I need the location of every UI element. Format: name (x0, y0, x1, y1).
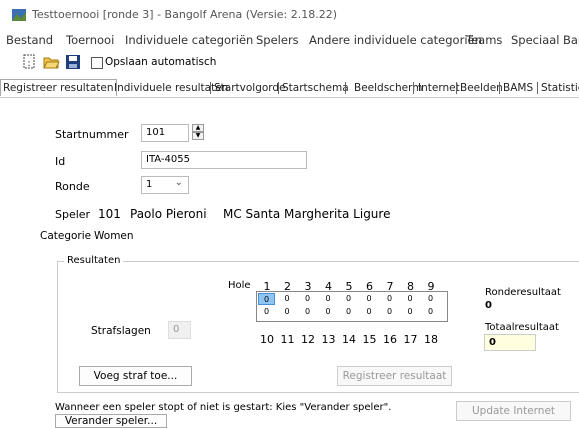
menu-speciaal[interactable]: Speciaal (511, 33, 559, 47)
hole-number: 11 (280, 333, 295, 346)
score-cell[interactable]: 0 (422, 293, 439, 305)
score-cell[interactable]: 0 (381, 293, 398, 305)
id-input[interactable]: ITA-4055 (141, 151, 307, 169)
hole-number: 17 (403, 333, 418, 346)
ronderesultaat-value: 0 (485, 300, 492, 311)
score-cell[interactable]: 0 (299, 293, 316, 305)
strafslagen-label: Strafslagen (91, 325, 151, 337)
score-cell[interactable]: 0 (340, 293, 357, 305)
strafslagen-input: 0 (168, 321, 191, 339)
totaalresultaat-label: Totaalresultaat (485, 322, 559, 333)
svg-text::: : (27, 59, 30, 69)
menu-teams[interactable]: Teams (466, 33, 502, 47)
tab-registreer-resultaten[interactable]: Registreer resultaten (0, 79, 117, 96)
score-cell[interactable]: 0 (258, 293, 275, 305)
hole-number: 12 (301, 333, 315, 346)
update-internet-button[interactable]: Update Internet (456, 401, 571, 421)
score-cell[interactable]: 0 (422, 306, 439, 318)
menu-andere-individuele-categorien[interactable]: Andere individuele categoriën (309, 33, 482, 47)
tab-beelden[interactable]: Beelden (460, 80, 503, 96)
totaalresultaat-value: 0 (484, 334, 536, 351)
menu-bangolf[interactable]: Bangolf (563, 33, 579, 47)
score-cell[interactable]: 0 (381, 306, 398, 318)
autosave-checkbox[interactable] (91, 57, 103, 69)
results-group-title: Resultaten (64, 255, 124, 266)
save-icon[interactable] (64, 53, 82, 71)
hole-number: 13 (321, 333, 336, 346)
tab-statistiek[interactable]: Statistiek (541, 80, 579, 96)
hole-label: Hole (228, 280, 251, 291)
speler-number: 101 (98, 207, 121, 221)
tab-bar: Registreer resultaten Individuele result… (0, 78, 579, 98)
id-label: Id (55, 155, 66, 168)
score-cell[interactable]: 0 (279, 306, 296, 318)
score-cell[interactable]: 0 (402, 306, 419, 318)
toolbar: : (0, 50, 579, 74)
hole-number: 18 (424, 333, 438, 346)
speler-name: Paolo Pieroni (130, 207, 207, 221)
score-cell[interactable]: 0 (361, 293, 378, 305)
tab-startvolgorde[interactable]: Startvolgorde (214, 80, 286, 96)
categorie-value: Women (94, 230, 134, 242)
tab-startschema[interactable]: Startschema (282, 80, 349, 96)
ronde-select[interactable]: 1 ⌄ (141, 176, 189, 194)
score-cell[interactable]: 0 (320, 293, 337, 305)
menu-toernooi[interactable]: Toernooi (66, 33, 114, 47)
change-player-button[interactable]: Verander speler... (55, 414, 167, 428)
speler-club: MC Santa Margherita Ligure (223, 207, 391, 221)
title-bar: Testtoernooi [ronde 3] - Bangolf Arena (… (0, 0, 579, 30)
score-cell[interactable]: 0 (258, 306, 275, 318)
ronderesultaat-label: Ronderesultaat (485, 287, 561, 298)
startnummer-label: Startnummer (55, 128, 129, 141)
menu-spelers[interactable]: Spelers (256, 33, 299, 47)
tab-bams[interactable]: BAMS (503, 80, 533, 96)
score-cell[interactable]: 0 (361, 306, 378, 318)
window-title: Testtoernooi [ronde 3] - Bangolf Arena (… (32, 8, 338, 21)
hole-number: 14 (342, 333, 356, 346)
categorie-label: Categorie (40, 230, 92, 242)
score-cell[interactable]: 0 (299, 306, 316, 318)
startnummer-input[interactable]: 101 (141, 124, 189, 142)
speler-label: Speler (55, 208, 91, 221)
score-cell[interactable]: 0 (340, 306, 357, 318)
tab-individuele-resultaten[interactable]: Individuele resultaten (114, 80, 228, 96)
hole-number: 10 (260, 333, 274, 346)
autosave-label: Opslaan automatisch (105, 56, 217, 68)
hint-text: Wanneer een speler stopt of niet is gest… (55, 402, 392, 413)
register-result-button[interactable]: Registreer resultaat (337, 366, 452, 386)
startnummer-down-button[interactable]: ▼ (192, 132, 204, 140)
app-icon (12, 9, 26, 21)
ronde-label: Ronde (55, 180, 90, 193)
menu-bestand[interactable]: Bestand (6, 33, 53, 47)
score-cell[interactable]: 0 (320, 306, 337, 318)
add-penalty-button[interactable]: Voeg straf toe... (79, 366, 192, 386)
new-file-icon[interactable]: : (20, 53, 38, 71)
hole-number: 16 (383, 333, 397, 346)
startnummer-up-button[interactable]: ▲ (192, 124, 204, 132)
score-cell[interactable]: 0 (279, 293, 296, 305)
chevron-down-icon: ⌄ (174, 177, 183, 188)
menu-bar: Bestand Toernooi Individuele categoriën … (0, 30, 579, 50)
tab-internet[interactable]: Internet (418, 80, 460, 96)
menu-individuele-categorien[interactable]: Individuele categoriën (125, 33, 253, 47)
score-cell[interactable]: 0 (402, 293, 419, 305)
open-folder-icon[interactable] (42, 53, 60, 71)
hole-number: 15 (362, 333, 377, 346)
